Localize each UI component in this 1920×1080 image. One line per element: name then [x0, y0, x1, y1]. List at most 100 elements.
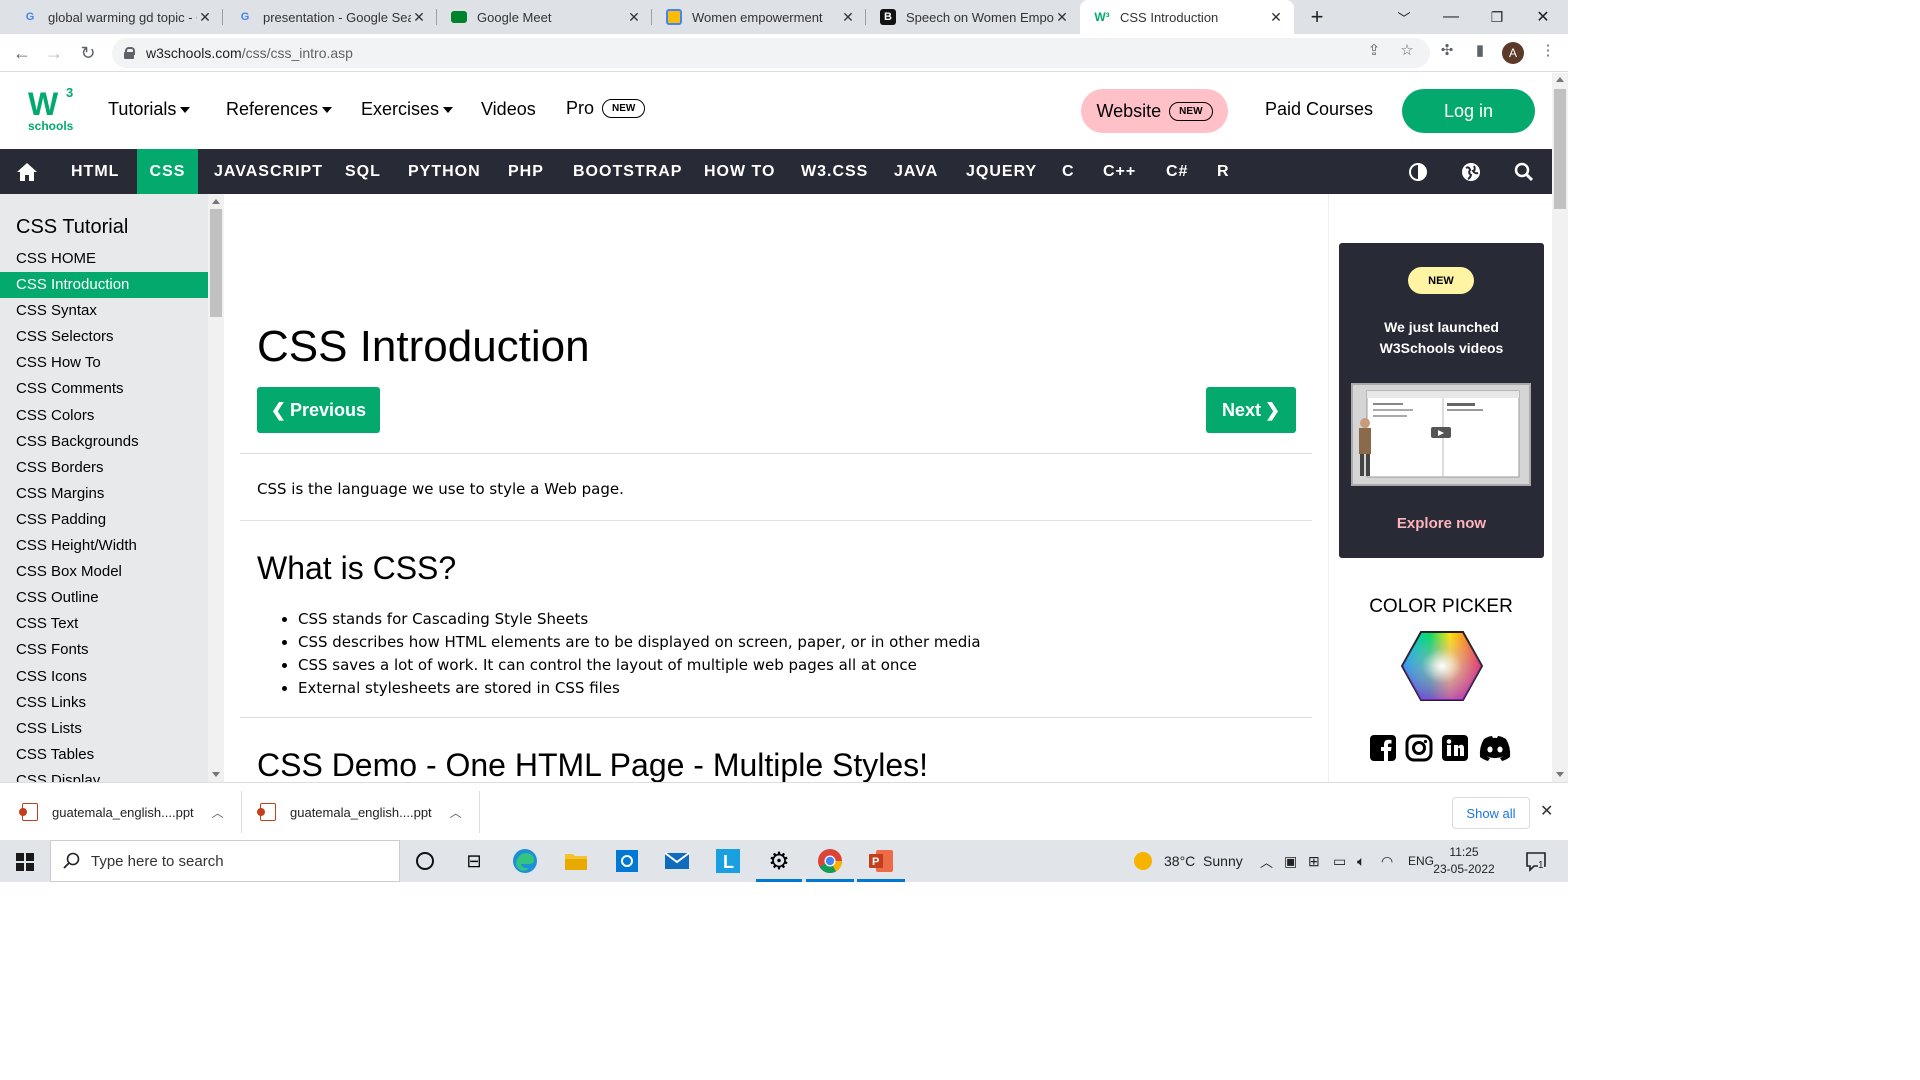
store-icon[interactable] — [612, 846, 642, 876]
chevron-up-icon[interactable]: ︿ — [450, 804, 462, 821]
topnav-java[interactable]: JAVA — [894, 149, 938, 194]
side-panel-icon[interactable]: ▮ — [1470, 40, 1490, 60]
sidebar-item[interactable]: CSS Padding — [0, 507, 208, 533]
powerpoint-icon[interactable]: P — [866, 846, 896, 876]
close-icon[interactable]: ✕ — [1054, 9, 1070, 26]
sidebar-item[interactable]: CSS Comments — [0, 376, 208, 402]
globe-icon[interactable] — [1456, 149, 1486, 194]
cortana-icon[interactable] — [410, 846, 440, 876]
nav-pro[interactable]: Pro NEW — [566, 98, 646, 119]
volume-icon[interactable]: 🔈︎ — [1357, 840, 1365, 882]
tray-app-icon[interactable]: ▣ — [1284, 840, 1297, 882]
extensions-puzzle-icon[interactable]: ✣ — [1437, 40, 1457, 60]
download-item[interactable]: guatemala_english....ppt ︿ — [257, 783, 462, 841]
chevron-up-icon[interactable]: ︿ — [212, 804, 224, 821]
weather-widget[interactable]: 38°C Sunny — [1134, 840, 1243, 882]
login-button[interactable]: Log in — [1402, 89, 1535, 133]
edge-browser-icon[interactable] — [510, 846, 540, 876]
videos-promo-card[interactable]: NEW We just launched W3Schools videos Ex… — [1339, 243, 1544, 558]
forward-arrow-icon[interactable]: → — [41, 40, 67, 66]
page-scroll-thumb[interactable] — [1554, 89, 1566, 209]
browser-tab-google-meet[interactable]: Google Meet ✕ — [437, 0, 652, 34]
close-icon[interactable]: ✕ — [626, 9, 642, 26]
reload-icon[interactable]: ↻ — [75, 40, 101, 66]
sidebar-item[interactable]: CSS Margins — [0, 481, 208, 507]
browser-tab-presentation[interactable]: G presentation - Google Sear ✕ — [223, 0, 437, 34]
file-explorer-icon[interactable] — [561, 846, 591, 876]
topnav-python[interactable]: PYTHON — [408, 149, 481, 194]
taskbar-search-input[interactable]: Type here to search — [50, 840, 400, 882]
sidebar-item[interactable]: CSS Display — [0, 768, 208, 782]
topnav-jquery[interactable]: JQUERY — [966, 149, 1037, 194]
previous-button[interactable]: ❮ Previous — [257, 387, 380, 433]
profile-avatar[interactable]: A — [1502, 42, 1524, 64]
contrast-icon[interactable] — [1403, 149, 1433, 194]
explore-now-link[interactable]: Explore now — [1339, 515, 1544, 532]
sidebar-item[interactable]: CSS Outline — [0, 585, 208, 611]
next-button[interactable]: Next ❯ — [1206, 387, 1296, 433]
close-icon[interactable]: ✕ — [411, 9, 427, 26]
paid-courses-link[interactable]: Paid Courses — [1265, 99, 1373, 120]
minimize-icon[interactable]: — — [1428, 0, 1474, 34]
chrome-menu-icon[interactable]: ⋮ — [1538, 40, 1558, 60]
nav-references[interactable]: References — [226, 99, 333, 120]
address-bar[interactable]: w3schools.com/css/css_intro.asp — [112, 38, 1430, 68]
l-app-icon[interactable]: L — [713, 846, 743, 876]
show-all-downloads-button[interactable]: Show all — [1452, 797, 1530, 829]
wifi-icon[interactable]: ◠ — [1381, 840, 1393, 882]
sidebar-item[interactable]: CSS Height/Width — [0, 533, 208, 559]
sidebar-item[interactable]: CSS Text — [0, 611, 208, 637]
sidebar-item[interactable]: CSS Links — [0, 690, 208, 716]
page-scrollbar[interactable] — [1552, 73, 1568, 782]
share-icon[interactable]: ⇪ — [1364, 40, 1384, 60]
topnav-csharp[interactable]: C# — [1166, 149, 1188, 194]
new-tab-icon[interactable]: + — [1294, 0, 1340, 34]
taskbar-clock[interactable]: 11:25 23-05-2022 — [1430, 844, 1498, 878]
color-picker-title[interactable]: COLOR PICKER — [1329, 596, 1552, 618]
scroll-up-icon[interactable] — [1556, 77, 1564, 82]
topnav-javascript[interactable]: JAVASCRIPT — [214, 149, 323, 194]
browser-tab-css-introduction[interactable]: W³ CSS Introduction ✕ — [1080, 0, 1294, 34]
sidebar-item[interactable]: CSS Box Model — [0, 559, 208, 585]
topnav-css[interactable]: CSS — [137, 149, 198, 194]
sidebar-item[interactable]: CSS How To — [0, 350, 208, 376]
home-icon[interactable] — [12, 149, 42, 194]
mail-icon[interactable] — [662, 846, 692, 876]
close-icon[interactable]: ✕ — [840, 9, 856, 26]
topnav-w3css[interactable]: W3.CSS — [801, 149, 868, 194]
sidebar-scroll-thumb[interactable] — [210, 209, 222, 317]
close-icon[interactable]: ✕ — [197, 9, 213, 26]
topnav-sql[interactable]: SQL — [345, 149, 381, 194]
sidebar-item[interactable]: CSS HOME — [0, 246, 208, 272]
tray-overflow-chevron-icon[interactable]: ︿ — [1260, 840, 1273, 882]
bookmark-star-icon[interactable]: ☆ — [1397, 40, 1417, 60]
sidebar-item[interactable]: CSS Selectors — [0, 324, 208, 350]
restore-icon[interactable]: ❐ — [1474, 0, 1520, 34]
back-arrow-icon[interactable]: ← — [9, 40, 35, 66]
website-button[interactable]: Website NEW — [1081, 89, 1228, 133]
close-download-bar-icon[interactable]: ✕ — [1540, 801, 1553, 821]
sidebar-scrollbar[interactable] — [208, 194, 224, 782]
tab-search-chevron-icon[interactable]: ﹀ — [1381, 0, 1427, 34]
windows-start-icon[interactable] — [16, 853, 34, 871]
nav-videos[interactable]: Videos — [481, 99, 536, 120]
sidebar-item[interactable]: CSS Lists — [0, 716, 208, 742]
sidebar-item[interactable]: CSS Syntax — [0, 298, 208, 324]
notification-center-icon[interactable]: 1 — [1525, 840, 1547, 882]
browser-tab-global-warming[interactable]: G global warming gd topic - G ✕ — [8, 0, 223, 34]
battery-icon[interactable]: ▭ — [1333, 840, 1346, 882]
scroll-up-icon[interactable] — [212, 199, 220, 204]
sidebar-item[interactable]: CSS Colors — [0, 403, 208, 429]
browser-tab-women-empowerment[interactable]: Women empowerment ✕ — [652, 0, 866, 34]
sidebar-item[interactable]: CSS Borders — [0, 455, 208, 481]
scroll-down-icon[interactable] — [1556, 772, 1564, 777]
nav-exercises[interactable]: Exercises — [361, 99, 454, 120]
topnav-html[interactable]: HTML — [71, 149, 119, 194]
sidebar-item[interactable]: CSS Icons — [0, 664, 208, 690]
download-item[interactable]: guatemala_english....ppt ︿ — [19, 783, 224, 841]
sidebar-item[interactable]: CSS Fonts — [0, 637, 208, 663]
topnav-r[interactable]: R — [1217, 149, 1230, 194]
window-close-icon[interactable]: ✕ — [1520, 0, 1566, 34]
settings-gear-icon[interactable]: ⚙ — [764, 846, 794, 876]
topnav-c[interactable]: C — [1062, 149, 1075, 194]
